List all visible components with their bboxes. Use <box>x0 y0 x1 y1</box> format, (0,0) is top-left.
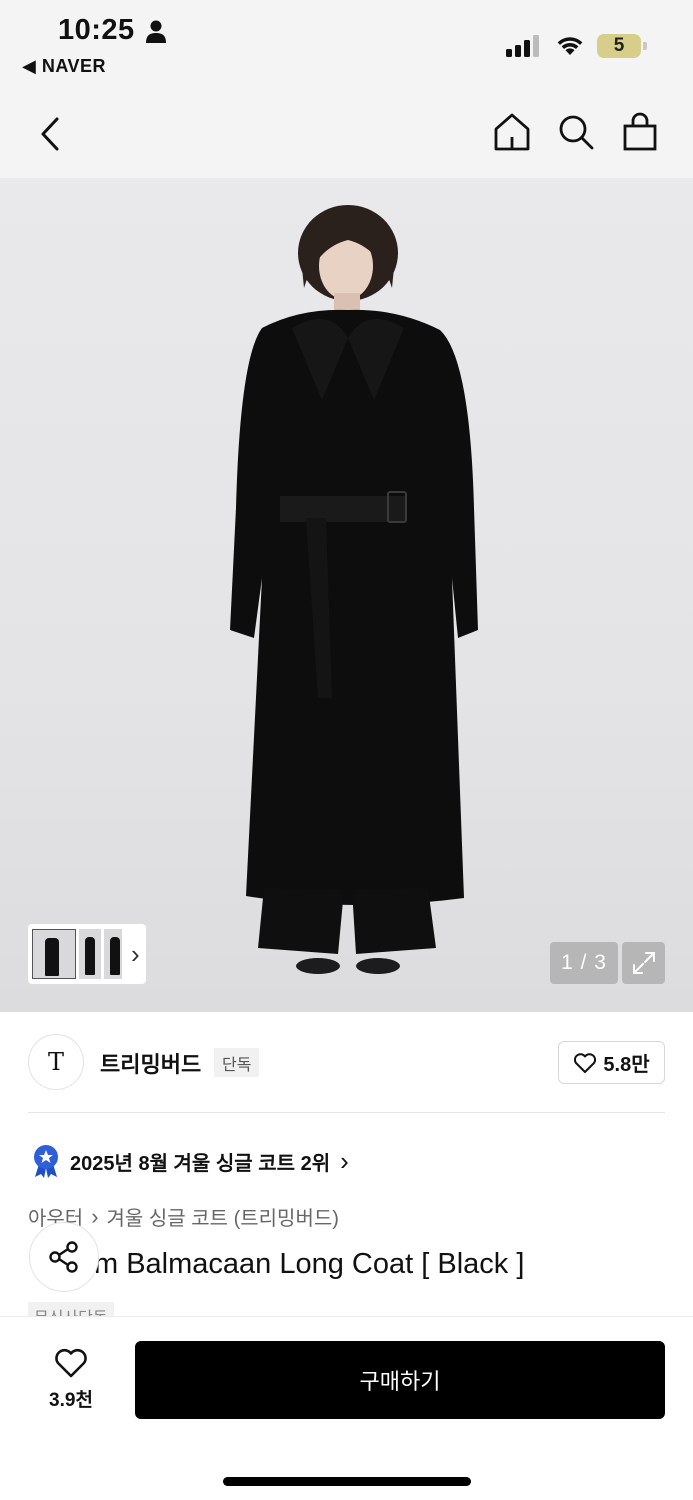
thumbnail-next-icon[interactable]: › <box>131 939 140 970</box>
expand-icon <box>632 952 655 974</box>
share-icon <box>49 1241 78 1273</box>
product-photo <box>230 205 478 974</box>
home-icon <box>494 113 530 151</box>
home-indicator[interactable] <box>223 1477 471 1486</box>
brand-like-button[interactable]: 5.8만 <box>558 1041 665 1084</box>
buy-button[interactable]: 구매하기 <box>135 1341 665 1419</box>
product-title: m Balmacaan Long Coat [ Black ] <box>94 1248 525 1280</box>
thumbnail-1[interactable] <box>32 929 76 979</box>
back-to-app-link[interactable]: ◀ NAVER <box>22 56 106 77</box>
heart-icon <box>55 1348 87 1378</box>
home-button[interactable] <box>490 108 534 156</box>
wishlist-button[interactable]: 3.9천 <box>36 1347 106 1412</box>
shopping-bag-icon <box>623 112 657 151</box>
expand-button[interactable] <box>622 942 665 984</box>
battery-icon: 5 <box>597 34 647 58</box>
heart-icon <box>574 1052 597 1073</box>
search-icon <box>559 115 594 150</box>
cellular-signal-icon <box>506 35 539 57</box>
cart-button[interactable] <box>618 108 662 156</box>
battery-level: 5 <box>597 34 641 58</box>
bottom-action-bar: 3.9천 구매하기 <box>0 1316 693 1500</box>
back-button[interactable] <box>30 110 70 158</box>
search-button[interactable] <box>554 108 598 156</box>
person-icon <box>146 20 166 43</box>
product-image-gallery[interactable]: › 1 / 3 <box>0 178 693 1012</box>
ranking-text: 2025년 8월 겨울 싱글 코트 2위 <box>70 1152 331 1175</box>
breadcrumb-subcategory[interactable]: 겨울 싱글 코트 (트리밍버드) <box>107 1202 339 1231</box>
ranking-badge-icon <box>34 1145 58 1178</box>
brand-logo[interactable]: T <box>28 1034 84 1090</box>
share-button[interactable] <box>29 1222 99 1292</box>
status-bar: 10:25 ◀ NAVER 5 <box>0 0 693 90</box>
wishlist-count: 3.9천 <box>49 1390 93 1411</box>
brand-like-count: 5.8만 <box>603 1054 650 1076</box>
divider <box>28 1112 665 1113</box>
top-navigation <box>0 90 693 178</box>
status-time: 10:25 <box>58 14 135 46</box>
thumbnail-3[interactable] <box>104 929 122 979</box>
ranking-arrow-icon: › <box>340 1145 349 1176</box>
thumbnail-2[interactable] <box>79 929 101 979</box>
exclusive-badge: 단독 <box>214 1048 260 1077</box>
brand-name[interactable]: 트리밍버드 <box>100 1047 201 1079</box>
thumbnail-strip[interactable]: › <box>28 924 146 984</box>
image-counter: 1 / 3 <box>550 942 618 984</box>
wifi-icon <box>557 37 583 55</box>
breadcrumb-separator-icon: › <box>91 1203 99 1229</box>
ranking-link[interactable]: 2025년 8월 겨울 싱글 코트 2위 › <box>32 1144 349 1178</box>
back-chevron-icon <box>41 117 59 151</box>
